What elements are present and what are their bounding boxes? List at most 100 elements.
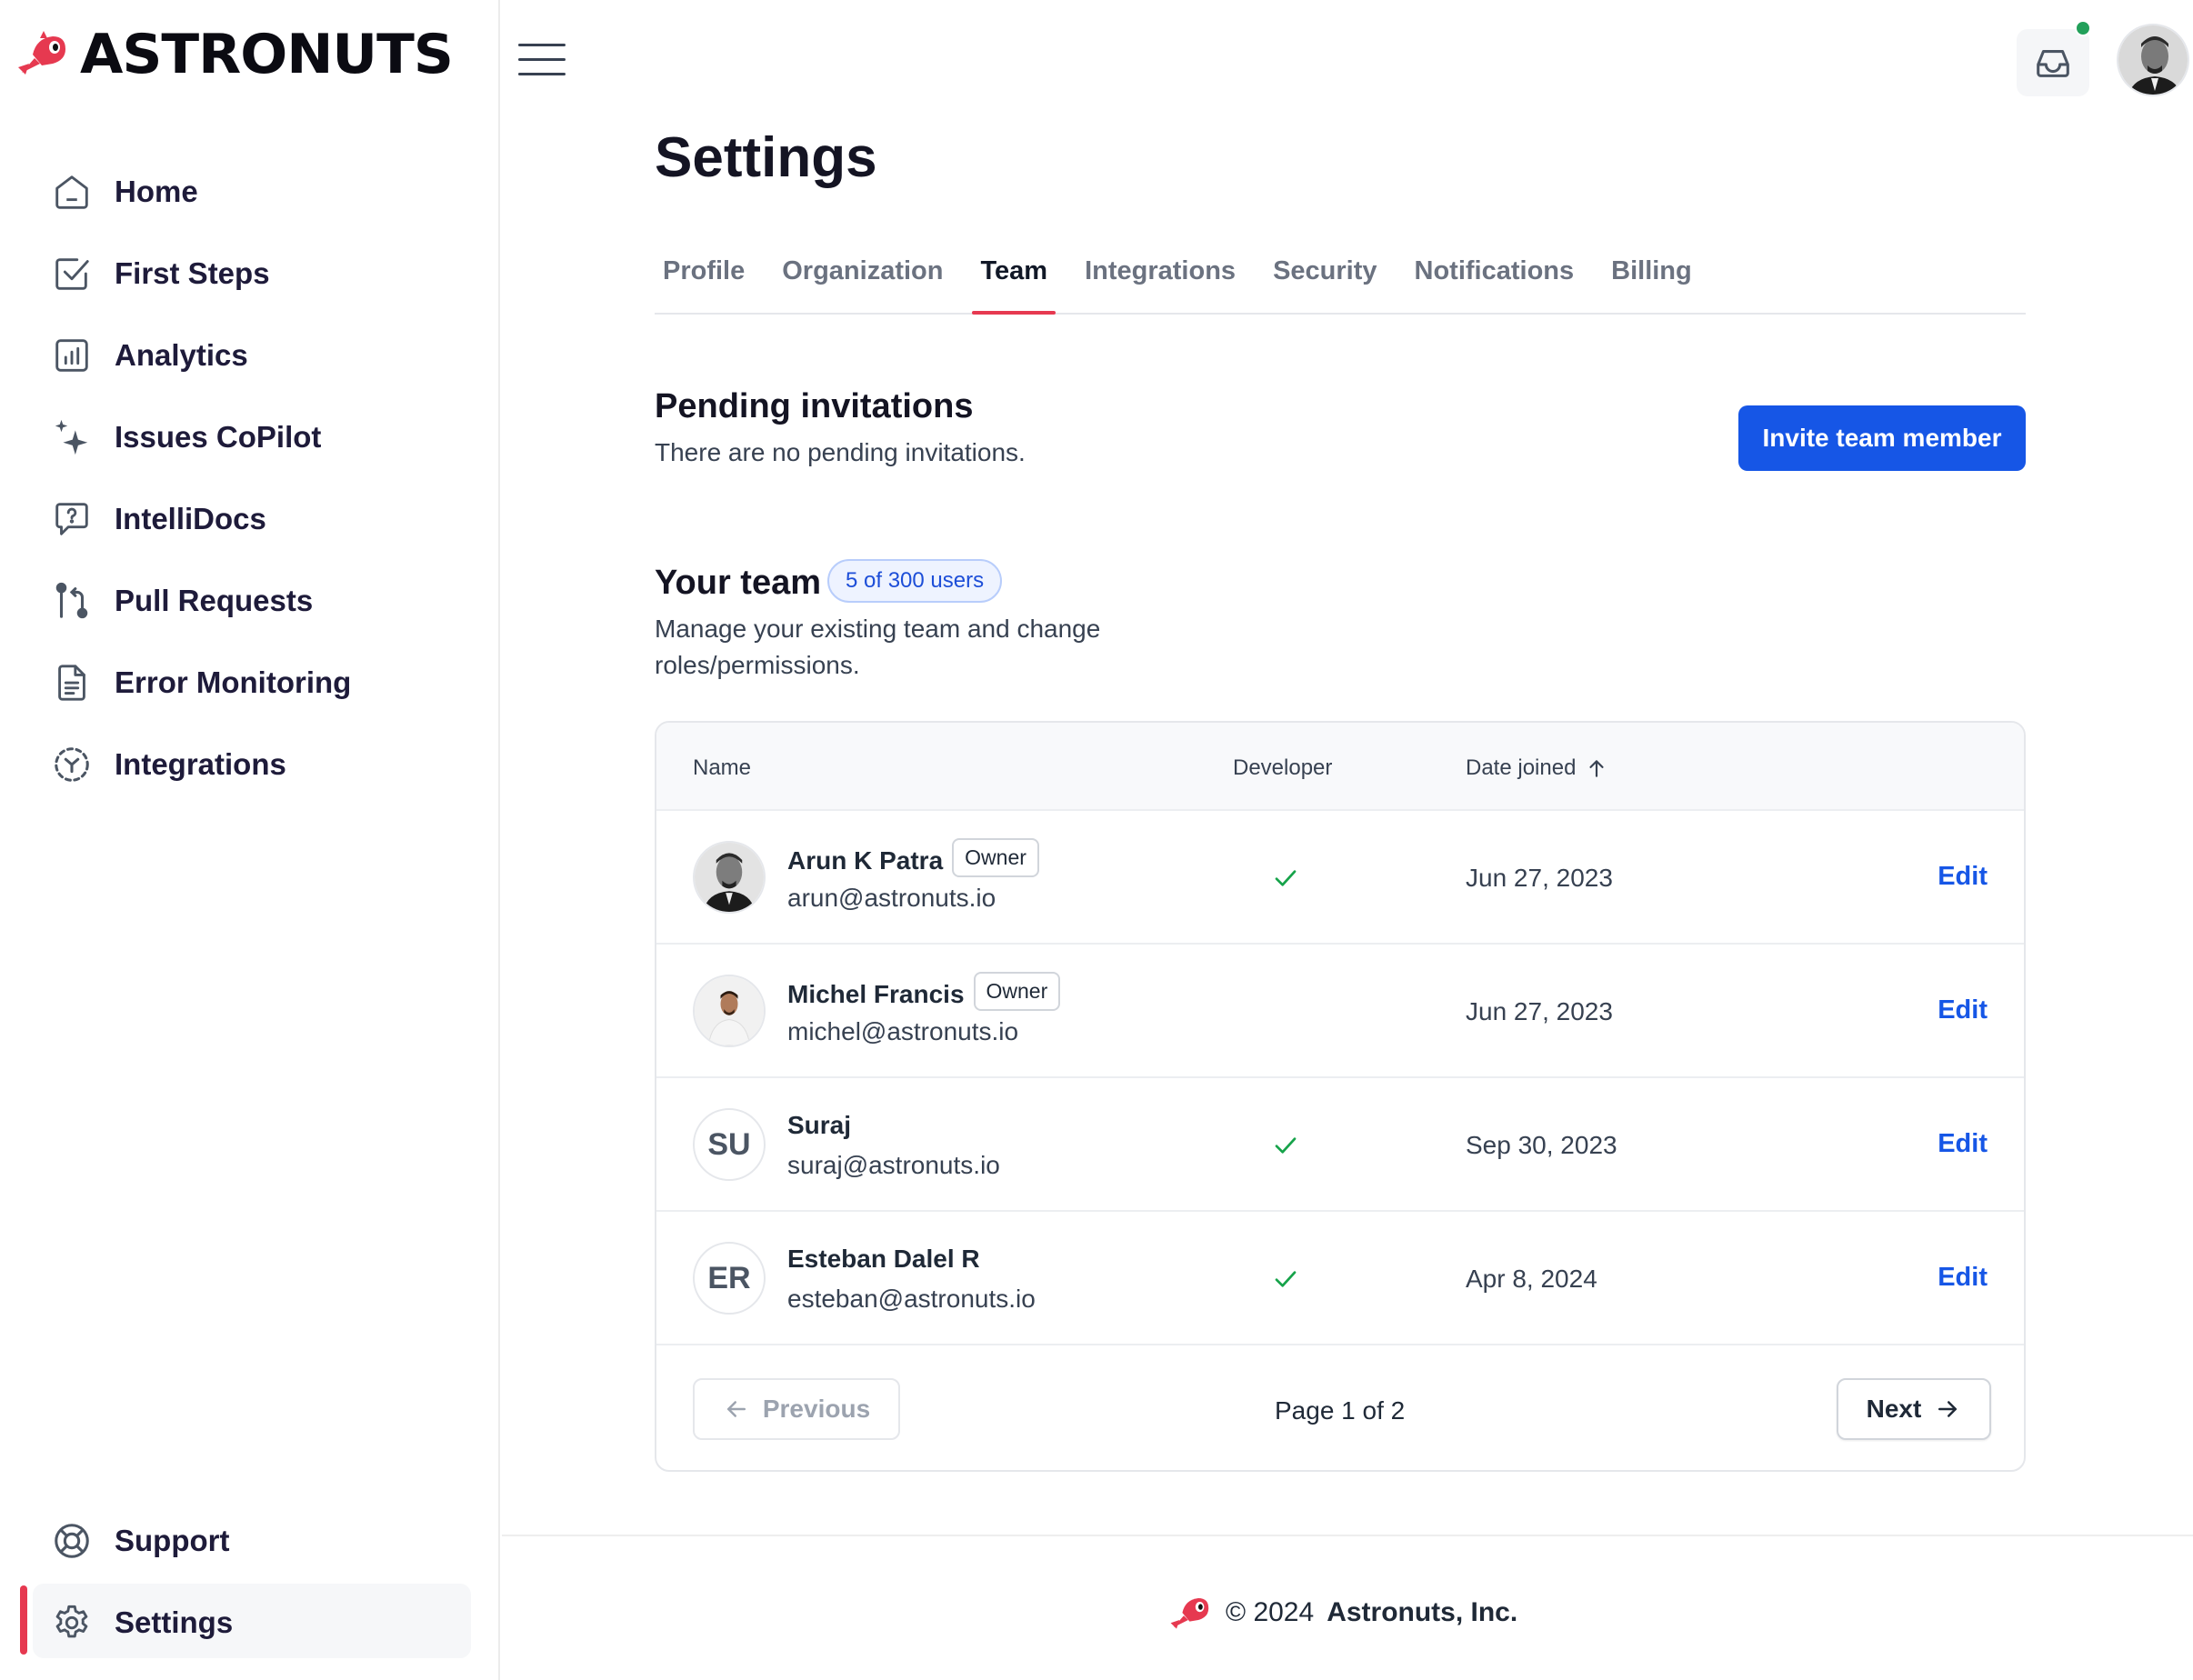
member-name: Michel Francis Owner xyxy=(787,972,1061,1011)
column-header-developer: Developer xyxy=(1233,755,1333,780)
tab-notifications[interactable]: Notifications xyxy=(1415,247,1575,313)
sparkles-icon xyxy=(55,419,88,455)
table-row: Michel Francis Owner michel@astronuts.io… xyxy=(656,945,2024,1078)
hamburger-line xyxy=(518,73,566,75)
user-photo-icon xyxy=(2118,25,2188,95)
bar-chart-icon xyxy=(55,339,88,372)
sidebar-item-home[interactable]: Home xyxy=(51,151,351,233)
sidebar-item-label: Issues CoPilot xyxy=(115,420,322,454)
invite-team-member-button[interactable]: Invite team member xyxy=(1738,405,2026,471)
member-date-joined: Apr 8, 2024 xyxy=(1466,1265,1597,1293)
team-table: Name Developer Date joined Arun K Patra … xyxy=(655,721,2026,1472)
sidebar-item-label: Analytics xyxy=(115,338,248,372)
previous-page-button[interactable]: Previous xyxy=(693,1378,900,1440)
table-row: Arun K Patra Owner arun@astronuts.io Jun… xyxy=(656,811,2024,945)
footer-copyright: © 2024 xyxy=(1226,1597,1315,1627)
member-name-text: Michel Francis xyxy=(787,979,965,1008)
brand-name: ASTRONUTS xyxy=(79,23,454,86)
lifebuoy-icon xyxy=(55,1524,89,1558)
sidebar-item-integrations[interactable]: Integrations xyxy=(51,724,351,805)
sidebar-item-intellidocs[interactable]: IntelliDocs xyxy=(51,478,351,560)
sidebar-item-settings[interactable]: Settings xyxy=(51,1582,233,1664)
column-header-date-joined[interactable]: Date joined xyxy=(1466,755,1608,781)
table-header: Name Developer Date joined xyxy=(656,723,2024,811)
edit-member-button[interactable]: Edit xyxy=(1938,862,1988,892)
column-header-name: Name xyxy=(693,755,752,780)
owner-badge: Owner xyxy=(973,972,1061,1011)
member-name-text: Suraj xyxy=(787,1111,852,1139)
arrow-left-icon xyxy=(726,1401,746,1417)
tab-billing[interactable]: Billing xyxy=(1611,247,1692,313)
sidebar-item-label: Settings xyxy=(115,1605,234,1639)
sidebar-nav: Home First Steps Analytics Issues CoPilo… xyxy=(51,151,351,805)
member-date-joined: Sep 30, 2023 xyxy=(1466,1131,1617,1159)
gear-icon xyxy=(55,1605,88,1638)
member-name: Arun K Patra Owner xyxy=(787,838,1039,877)
sidebar-item-analytics[interactable]: Analytics xyxy=(51,315,351,396)
checkbox-icon xyxy=(55,258,89,290)
avatar xyxy=(693,841,766,914)
member-email: arun@astronuts.io xyxy=(787,884,996,912)
footer-company: Astronuts, Inc. xyxy=(1327,1597,1518,1627)
notification-dot xyxy=(2075,20,2091,36)
arrow-right-icon xyxy=(1938,1401,1958,1417)
developer-check-icon xyxy=(1275,1271,1297,1287)
sidebar-item-first-steps[interactable]: First Steps xyxy=(51,233,351,315)
sidebar-item-label: Error Monitoring xyxy=(115,665,352,699)
avatar xyxy=(693,975,766,1047)
hamburger-line xyxy=(518,44,566,46)
sidebar-item-label: First Steps xyxy=(115,256,270,290)
developer-check-icon xyxy=(1275,1137,1297,1154)
edit-member-button[interactable]: Edit xyxy=(1938,995,1988,1025)
member-email: michel@astronuts.io xyxy=(787,1017,1019,1045)
inbox-button[interactable] xyxy=(2017,29,2089,96)
member-date-joined: Jun 27, 2023 xyxy=(1466,997,1613,1025)
member-name-text: Esteban Dalel R xyxy=(787,1245,980,1273)
logo[interactable]: ASTRONUTS xyxy=(16,27,454,82)
member-name: Esteban Dalel R xyxy=(787,1245,980,1274)
next-page-button[interactable]: Next xyxy=(1837,1378,1991,1440)
member-email: suraj@astronuts.io xyxy=(787,1151,1000,1179)
astronaut-logo-icon xyxy=(1170,1598,1209,1629)
sidebar-item-pull-requests[interactable]: Pull Requests xyxy=(51,560,351,642)
user-photo-icon xyxy=(695,843,764,912)
member-name: Suraj xyxy=(787,1111,851,1140)
active-item-indicator xyxy=(20,1585,27,1655)
user-avatar[interactable] xyxy=(2117,24,2189,96)
team-subtitle: Manage your existing team and change rol… xyxy=(655,615,1101,679)
user-count-badge: 5 of 300 users xyxy=(827,559,1003,603)
footer-divider xyxy=(502,1535,2193,1536)
tab-organization[interactable]: Organization xyxy=(782,247,943,313)
tab-security[interactable]: Security xyxy=(1273,247,1377,313)
previous-page-label: Previous xyxy=(762,1395,871,1423)
avatar-initials: SU xyxy=(707,1126,751,1162)
footer: © 2024 Astronuts, Inc. xyxy=(1169,1591,1517,1635)
sidebar-item-label: IntelliDocs xyxy=(115,502,266,535)
member-name-text: Arun K Patra xyxy=(787,845,944,875)
member-email: esteban@astronuts.io xyxy=(787,1285,1036,1313)
user-photo-icon xyxy=(695,976,764,1045)
settings-tabs: Profile Organization Team Integrations S… xyxy=(655,247,2026,315)
integrations-icon xyxy=(55,747,89,782)
sidebar-item-issues-copilot[interactable]: Issues CoPilot xyxy=(51,396,351,478)
tab-team[interactable]: Team xyxy=(972,247,1056,315)
menu-toggle-button[interactable] xyxy=(518,44,566,75)
member-date-joined: Jun 27, 2023 xyxy=(1466,864,1613,892)
sidebar-item-error-monitoring[interactable]: Error Monitoring xyxy=(51,642,351,724)
table-row: SU Suraj suraj@astronuts.io Sep 30, 2023… xyxy=(656,1078,2024,1212)
edit-member-button[interactable]: Edit xyxy=(1938,1129,1988,1159)
sidebar-item-label: Support xyxy=(115,1524,230,1557)
sidebar-item-support[interactable]: Support xyxy=(51,1500,233,1582)
sidebar: ASTRONUTS Home First Steps Analytics Iss… xyxy=(0,0,500,1680)
help-chat-icon xyxy=(55,503,88,535)
astronaut-logo-icon xyxy=(18,31,65,75)
document-icon xyxy=(58,665,85,701)
inbox-icon xyxy=(2037,50,2069,77)
sort-ascending-icon xyxy=(1589,760,1605,777)
tab-profile[interactable]: Profile xyxy=(663,247,745,313)
sidebar-item-label: Home xyxy=(115,175,198,208)
avatar: SU xyxy=(693,1108,766,1181)
hamburger-line xyxy=(518,58,566,61)
tab-integrations[interactable]: Integrations xyxy=(1085,247,1236,313)
edit-member-button[interactable]: Edit xyxy=(1938,1263,1988,1293)
